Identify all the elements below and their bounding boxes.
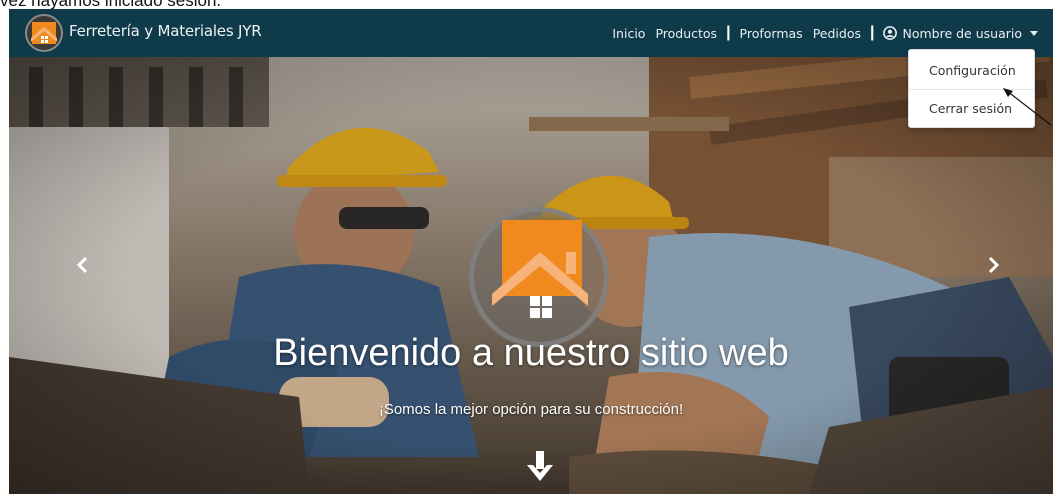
caret-down-icon [1030,30,1038,36]
hero-subtitle: ¡Somos la mejor opción para su construcc… [378,401,684,418]
nav-link-pedidos[interactable]: Pedidos [808,26,866,41]
hero-title: Bienvenido a nuestro sitio web [273,332,789,374]
house-logo-icon[interactable] [25,14,63,52]
nav-link-inicio[interactable]: Inicio [607,26,650,41]
top-navbar: Ferretería y Materiales JYR Inicio Produ… [9,9,1053,57]
chevron-left-icon[interactable] [73,253,93,277]
browser-viewport: Ferretería y Materiales JYR Inicio Produ… [9,9,1053,494]
hero-carousel: Bienvenido a nuestro sitio web ¡Somos la… [9,57,1053,494]
user-menu-toggle[interactable]: Nombre de usuario [878,26,1043,41]
document-caption-fragment: vez hayamos iniciado sesión. [0,0,1061,9]
nav-separator: | [726,24,731,41]
chevron-right-icon[interactable] [983,253,1003,277]
house-logo-icon [492,220,588,318]
hero-house-logo [469,207,609,347]
user-circle-icon [883,26,898,40]
nav-separator: | [870,24,875,41]
annotation-arrow-icon [1003,88,1052,126]
nav-link-productos[interactable]: Productos [650,26,722,41]
user-name-label: Nombre de usuario [902,25,1022,41]
brand-title[interactable]: Ferretería y Materiales JYR [69,22,262,40]
dropdown-item-configuracion[interactable]: Configuración [909,54,1034,88]
nav-link-proformas[interactable]: Proformas [735,26,808,41]
arrow-down-icon[interactable] [525,449,555,485]
